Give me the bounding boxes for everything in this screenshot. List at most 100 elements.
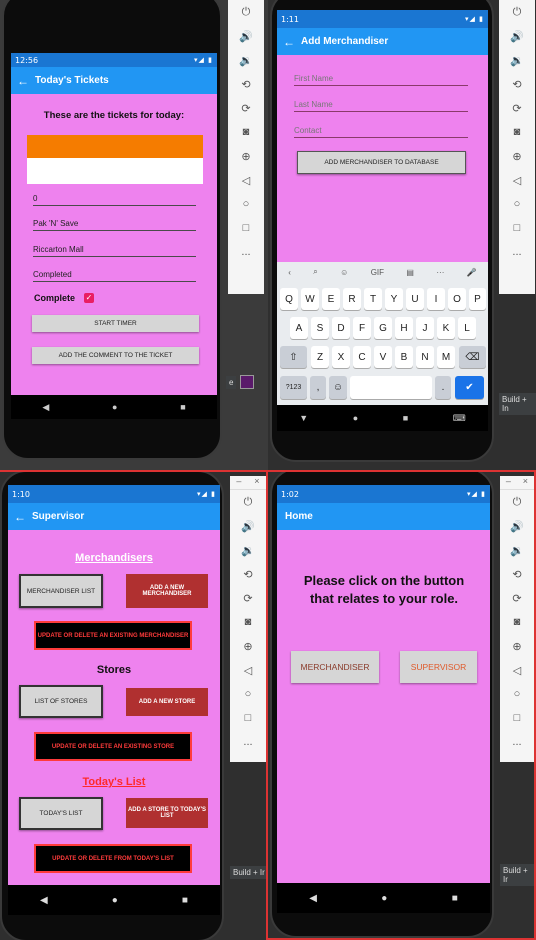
key-k[interactable]: K bbox=[437, 317, 455, 339]
key-e[interactable]: E bbox=[322, 288, 340, 310]
kb-clipboard-icon[interactable]: ▤ bbox=[406, 268, 414, 277]
add-comment-button[interactable]: ADD THE COMMENT TO THE TICKET bbox=[32, 347, 199, 364]
power-icon[interactable]: ⏻ bbox=[228, 0, 264, 24]
back-arrow-icon[interactable]: ← bbox=[11, 74, 35, 88]
key-z[interactable]: Z bbox=[311, 346, 329, 368]
kb-more-icon[interactable]: ··· bbox=[436, 268, 444, 277]
volume-up-icon[interactable]: 🔊 bbox=[500, 514, 534, 538]
back-arrow-icon[interactable]: ← bbox=[277, 35, 301, 49]
zoom-icon[interactable]: ⊕ bbox=[228, 144, 264, 168]
rotate-left-icon[interactable]: ⟲ bbox=[499, 72, 535, 96]
kb-search-icon[interactable]: ⌕ bbox=[313, 267, 317, 277]
zoom-icon[interactable]: ⊕ bbox=[499, 144, 535, 168]
rotate-left-icon[interactable]: ⟲ bbox=[230, 562, 266, 586]
build-install-tab[interactable]: Build + In bbox=[499, 393, 536, 415]
nav-home-icon[interactable]: ● bbox=[112, 895, 118, 906]
comma-key[interactable]: , bbox=[310, 376, 326, 399]
last-name-input[interactable]: Last Name bbox=[294, 100, 468, 112]
kb-emoji-icon[interactable]: ☺ bbox=[340, 268, 348, 277]
volume-down-icon[interactable]: 🔉 bbox=[499, 48, 535, 72]
emoji-key-icon[interactable]: ☺ bbox=[329, 376, 347, 399]
key-w[interactable]: W bbox=[301, 288, 319, 310]
nav-home-icon[interactable]: ● bbox=[112, 402, 117, 412]
key-h[interactable]: H bbox=[395, 317, 413, 339]
backspace-key-icon[interactable]: ⌫ bbox=[459, 346, 486, 368]
update-todays-list-button[interactable]: UPDATE OR DELETE FROM TODAY'S LIST bbox=[34, 844, 192, 873]
overview-icon[interactable]: □ bbox=[230, 706, 266, 730]
nav-home-icon[interactable]: ● bbox=[353, 413, 358, 423]
ide-toolbar-icon[interactable] bbox=[240, 375, 254, 389]
key-s[interactable]: S bbox=[311, 317, 329, 339]
start-timer-button[interactable]: START TIMER bbox=[32, 315, 199, 332]
contact-input[interactable]: Contact bbox=[294, 126, 468, 138]
camera-icon[interactable]: ◙ bbox=[499, 120, 535, 144]
nav-recents-icon[interactable]: ■ bbox=[182, 895, 188, 906]
camera-icon[interactable]: ◙ bbox=[230, 610, 266, 634]
status-field[interactable]: Completed bbox=[33, 270, 196, 282]
ticket-list-item-selected[interactable] bbox=[27, 135, 203, 158]
nav-back-icon[interactable]: ◀ bbox=[309, 893, 317, 904]
home-icon[interactable]: ○ bbox=[499, 192, 535, 216]
add-store-button[interactable]: ADD A NEW STORE bbox=[126, 688, 208, 716]
kb-gif-icon[interactable]: GIF bbox=[371, 268, 384, 277]
key-n[interactable]: N bbox=[416, 346, 434, 368]
key-o[interactable]: O bbox=[448, 288, 466, 310]
minimize-icon[interactable]: – bbox=[506, 476, 511, 489]
volume-down-icon[interactable]: 🔉 bbox=[228, 48, 264, 72]
overview-icon[interactable]: □ bbox=[500, 706, 534, 730]
nav-back-icon[interactable]: ◀ bbox=[42, 402, 49, 413]
location-field[interactable]: Riccarton Mall bbox=[33, 245, 196, 257]
key-i[interactable]: I bbox=[427, 288, 445, 310]
camera-icon[interactable]: ◙ bbox=[500, 610, 534, 634]
zoom-icon[interactable]: ⊕ bbox=[500, 634, 534, 658]
volume-up-icon[interactable]: 🔊 bbox=[230, 514, 266, 538]
power-icon[interactable]: ⏻ bbox=[500, 490, 534, 514]
nav-hide-keyboard-icon[interactable]: ▼ bbox=[299, 413, 308, 423]
list-of-stores-button[interactable]: LIST OF STORES bbox=[19, 685, 103, 718]
key-l[interactable]: L bbox=[458, 317, 476, 339]
period-key[interactable]: . bbox=[435, 376, 451, 399]
rotate-left-icon[interactable]: ⟲ bbox=[228, 72, 264, 96]
nav-recents-icon[interactable]: ■ bbox=[452, 893, 458, 904]
back-arrow-icon[interactable]: ← bbox=[8, 510, 32, 524]
add-merchandiser-button[interactable]: ADD A NEW MERCHANDISER bbox=[126, 574, 208, 608]
back-icon[interactable]: ◁ bbox=[500, 658, 534, 682]
ticket-list-item[interactable] bbox=[27, 158, 203, 184]
volume-down-icon[interactable]: 🔉 bbox=[230, 538, 266, 562]
power-icon[interactable]: ⏻ bbox=[230, 490, 266, 514]
nav-recents-icon[interactable]: ■ bbox=[180, 402, 185, 412]
merchandiser-list-button[interactable]: MERCHANDISER LIST bbox=[19, 574, 103, 608]
rotate-right-icon[interactable]: ⟳ bbox=[499, 96, 535, 120]
zoom-icon[interactable]: ⊕ bbox=[230, 634, 266, 658]
key-t[interactable]: T bbox=[364, 288, 382, 310]
build-install-tab[interactable]: Build + Ir bbox=[500, 864, 534, 886]
close-icon[interactable]: × bbox=[523, 476, 528, 489]
key-c[interactable]: C bbox=[353, 346, 371, 368]
store-name-field[interactable]: Pak 'N' Save bbox=[33, 219, 196, 231]
space-key[interactable] bbox=[350, 376, 432, 399]
key-f[interactable]: F bbox=[353, 317, 371, 339]
kb-mic-icon[interactable]: 🎤 bbox=[467, 268, 477, 277]
shift-key-icon[interactable]: ⇧ bbox=[280, 346, 307, 368]
back-icon[interactable]: ◁ bbox=[228, 168, 264, 192]
overview-icon[interactable]: □ bbox=[499, 216, 535, 240]
rotate-right-icon[interactable]: ⟳ bbox=[228, 96, 264, 120]
key-j[interactable]: J bbox=[416, 317, 434, 339]
add-store-to-todays-list-button[interactable]: ADD A STORE TO TODAY'S LIST bbox=[126, 798, 208, 828]
key-m[interactable]: M bbox=[437, 346, 455, 368]
nav-recents-icon[interactable]: ■ bbox=[403, 413, 408, 423]
key-v[interactable]: V bbox=[374, 346, 392, 368]
todays-list-button[interactable]: TODAY'S LIST bbox=[19, 797, 103, 830]
update-merchandiser-button[interactable]: UPDATE OR DELETE AN EXISTING MERCHANDISE… bbox=[34, 621, 192, 650]
kb-back-icon[interactable]: ‹ bbox=[288, 268, 291, 277]
key-y[interactable]: Y bbox=[385, 288, 403, 310]
camera-icon[interactable]: ◙ bbox=[228, 120, 264, 144]
volume-up-icon[interactable]: 🔊 bbox=[499, 24, 535, 48]
key-r[interactable]: R bbox=[343, 288, 361, 310]
add-merchandiser-button[interactable]: ADD MERCHANDISER TO DATABASE bbox=[297, 151, 466, 174]
rotate-right-icon[interactable]: ⟳ bbox=[500, 586, 534, 610]
rotate-left-icon[interactable]: ⟲ bbox=[500, 562, 534, 586]
home-icon[interactable]: ○ bbox=[230, 682, 266, 706]
complete-checkbox[interactable]: ✓ bbox=[84, 293, 94, 303]
home-icon[interactable]: ○ bbox=[228, 192, 264, 216]
